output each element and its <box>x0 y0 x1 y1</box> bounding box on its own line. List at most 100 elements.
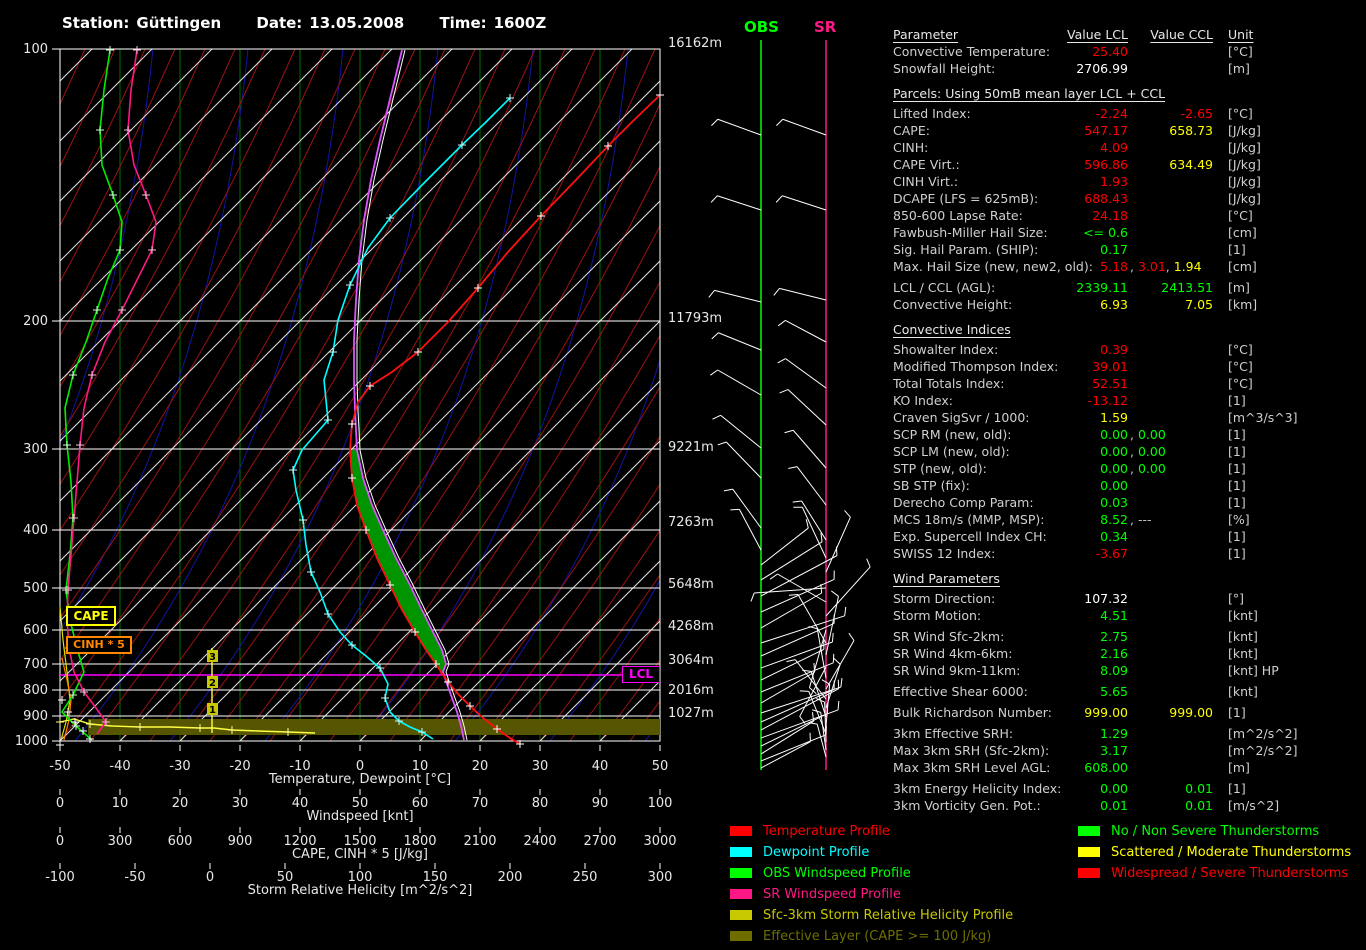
pressure-tick-label: 200 <box>23 314 48 329</box>
value-lcl: 5.18 <box>1100 259 1128 274</box>
srh-km-label: 3 <box>209 652 216 663</box>
legend-swatch <box>730 909 752 920</box>
value-lcl: 547.17 <box>1084 123 1128 138</box>
legend-swatch <box>730 825 752 836</box>
axis-tick-label: 80 <box>532 796 549 811</box>
wind-barb-panel <box>708 40 871 770</box>
parameter-label: SR Wind 4km-6km: <box>893 646 1013 661</box>
axis-tick-label: -20 <box>229 759 250 774</box>
unit-label: [°] <box>1228 591 1245 606</box>
value-lcl: 0.34 <box>1100 529 1128 544</box>
axis-tick-label: 100 <box>648 796 673 811</box>
axis-tick-label: 600 <box>168 834 193 849</box>
parameter-label: SR Wind 9km-11km: <box>893 663 1021 678</box>
wind-barb <box>717 441 762 479</box>
parameter-label: Exp. Supercell Index CH: <box>893 529 1047 544</box>
wind-barb <box>710 195 762 211</box>
table-row: Max 3km SRH (Sfc-2km): 3.17 [m^2/s^2] <box>893 742 1363 759</box>
legend-swatch <box>730 930 752 941</box>
wind-barb <box>760 662 816 704</box>
axis-tick-label: 10 <box>112 796 129 811</box>
value-lcl: 5.65 <box>1100 684 1128 699</box>
axis-tick-label: -30 <box>169 759 190 774</box>
axis-tick-label: 30 <box>232 796 249 811</box>
value-ccl: 2413.51 <box>1161 280 1213 295</box>
table-row: Craven SigSvr / 1000: 1.59 [m^3/s^3] <box>893 409 1363 426</box>
value-lcl: 0.00 <box>1100 461 1128 476</box>
table-row: CINH Virt.: 1.93 [J/kg] <box>893 173 1363 190</box>
table-row: STP (new, old): 0.00, 0.00 [1] <box>893 460 1363 477</box>
parameter-label: SCP RM (new, old): <box>893 427 1012 442</box>
table-row: Convective Temperature: 25.40 [°C] <box>893 43 1363 60</box>
column-header-unit: Unit <box>1228 27 1254 42</box>
legend-swatch <box>1078 867 1100 878</box>
table-row: DCAPE (LFS = 625mB): 688.43 [J/kg] <box>893 190 1363 207</box>
value-lcl: 8.09 <box>1100 663 1128 678</box>
legend-swatch <box>730 846 752 857</box>
value-lcl: 8.52 <box>1100 512 1128 527</box>
table-row: 3km Vorticity Gen. Pot.: 0.01 0.01 [m/s^2] <box>893 797 1363 814</box>
table-row: CAPE: 547.17 658.73 [J/kg] <box>893 122 1363 139</box>
parameter-label: 3km Vorticity Gen. Pot.: <box>893 798 1041 813</box>
parameter-label: Sig. Hail Param. (SHIP): <box>893 242 1039 257</box>
table-row: Snowfall Height: 2706.99 [m] <box>893 60 1363 77</box>
value-extra: , 0.00 <box>1130 461 1166 476</box>
skewt-sounding-chart: 100200300400500600700800900100016162m117… <box>15 36 871 898</box>
wind-barb <box>730 508 762 551</box>
value-extra: , --- <box>1130 512 1152 527</box>
value-extra: , 0.00 <box>1130 444 1166 459</box>
unit-label: [cm] <box>1228 225 1257 240</box>
legend-label: Effective Layer (CAPE >= 100 J/kg) <box>763 929 992 944</box>
legend-swatch <box>730 867 752 878</box>
bottom-axis-1: 0 10 20 30 40 50 60 70 80 90 100Windspeed [knt] <box>56 789 673 824</box>
table-row: 3km Energy Helicity Index: 0.00 0.01 [1] <box>893 780 1363 797</box>
unit-label: [1] <box>1228 242 1246 257</box>
unit-label: [1] <box>1228 705 1246 720</box>
value-lcl: 6.93 <box>1100 297 1128 312</box>
value-lcl: 0.00 <box>1100 427 1128 442</box>
unit-label: [m/s^2] <box>1228 798 1280 813</box>
value-lcl: 1.29 <box>1100 726 1128 741</box>
parameter-label: CAPE Virt.: <box>893 157 960 172</box>
value-lcl: 4.09 <box>1100 140 1128 155</box>
parameter-label: Convective Height: <box>893 297 1013 312</box>
legend-profile-item: Sfc-3km Storm Relative Helicity Profile <box>730 905 1013 926</box>
value-ccl: 7.05 <box>1185 297 1213 312</box>
unit-label: [1] <box>1228 461 1246 476</box>
value-lcl: 596.86 <box>1084 157 1128 172</box>
table-row: SR Wind 9km-11km: 8.09 [knt] HP <box>893 662 1363 679</box>
legend-label: OBS Windspeed Profile <box>763 866 911 881</box>
parameter-label: 3km Effective SRH: <box>893 726 1014 741</box>
value-ccl: -2.65 <box>1180 106 1213 121</box>
parameter-label: Total Totals Index: <box>893 376 1005 391</box>
table-row: KO Index: -13.12 [1] <box>893 392 1363 409</box>
value-ccl: 999.00 <box>1169 705 1213 720</box>
wind-barb <box>710 369 762 396</box>
altitude-label: 4268m <box>668 619 714 634</box>
unit-label: [knt] <box>1228 629 1258 644</box>
parameter-label: Storm Motion: <box>893 608 982 623</box>
parameter-table: Parameter Value LCL Value CCL Unit Convectiv… <box>893 26 1363 814</box>
altitude-label: 11793m <box>668 311 722 326</box>
value-lcl: 2339.11 <box>1076 280 1128 295</box>
axis-tick-label: 300 <box>108 834 133 849</box>
altitude-label: 2016m <box>668 683 714 698</box>
parameter-label: LCL / CCL (AGL): <box>893 280 996 295</box>
unit-label: [J/kg] <box>1228 140 1261 155</box>
table-row: SCP RM (new, old): 0.00, 0.00 [1] <box>893 426 1363 443</box>
unit-label: [knt] <box>1228 608 1258 623</box>
axis-title: Temperature, Dewpoint [°C] <box>268 772 451 787</box>
axis-tick-label: -100 <box>45 870 75 885</box>
table-row: 850-600 Lapse Rate: 24.18 [°C] <box>893 207 1363 224</box>
wind-barb <box>773 287 827 301</box>
legend-profile-item: Temperature Profile <box>730 821 1013 842</box>
table-row: Exp. Supercell Index CH: 0.34 [1] <box>893 528 1363 545</box>
unit-label: [°C] <box>1228 44 1253 59</box>
parameter-label: Lifted Index: <box>893 106 971 121</box>
cape-chart-label: CAPE <box>66 606 116 626</box>
unit-label: [°C] <box>1228 208 1253 223</box>
value-ccl: 0.01 <box>1185 798 1213 813</box>
station-field: Station: Güttingen <box>62 14 222 32</box>
altitude-label: 7263m <box>668 515 714 530</box>
parameter-label: Showalter Index: <box>893 342 999 357</box>
